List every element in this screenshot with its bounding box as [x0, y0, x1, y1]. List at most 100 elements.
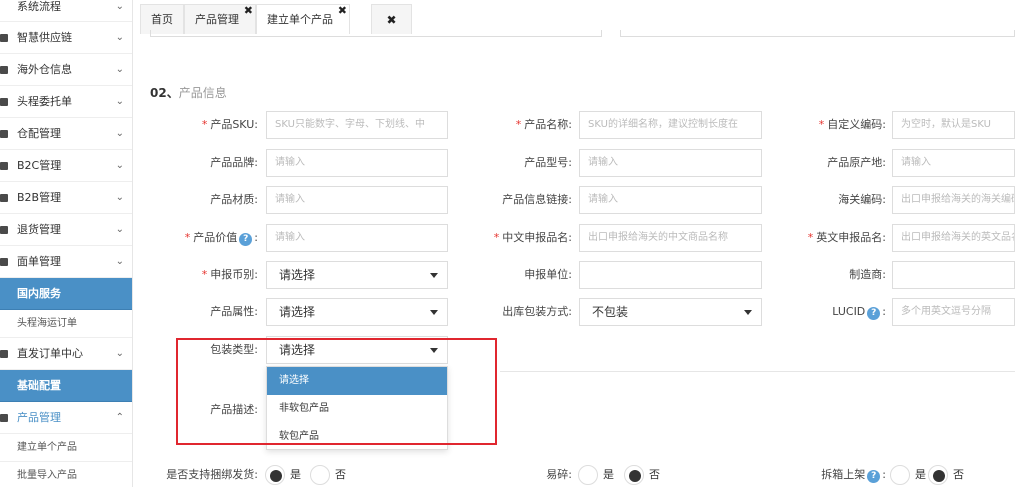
currency-select[interactable]: 请选择 — [266, 261, 448, 289]
divider — [500, 371, 1015, 372]
cart-icon — [0, 162, 8, 170]
outbound-packing-select[interactable]: 不包装 — [579, 298, 762, 326]
hs-code-input[interactable]: 出口申报给海关的海关编码 — [892, 186, 1015, 214]
help-icon: ? — [867, 470, 881, 483]
sidebar-sub-sea-orders[interactable]: 头程海运订单 — [0, 310, 132, 338]
value-label: * 产品价值?: — [184, 231, 258, 246]
sidebar-item-direct-orders[interactable]: 直发订单中心 ⌄ — [0, 338, 132, 370]
select-value: 请选择 — [279, 268, 316, 282]
fragile-no-label: 否 — [649, 468, 660, 481]
lucid-input[interactable]: 多个用英文逗号分隔 — [892, 298, 1015, 326]
info-link-input[interactable]: 请输入 — [579, 186, 762, 214]
manufacturer-input[interactable] — [892, 261, 1015, 289]
chevron-down-icon: ⌄ — [115, 192, 124, 203]
sidebar-item-overseas-warehouse[interactable]: 海外仓信息 ⌄ — [0, 54, 132, 86]
value-input[interactable]: 请输入 — [266, 224, 448, 252]
label-icon — [0, 258, 8, 266]
bundle-no-radio[interactable] — [310, 465, 330, 485]
fragile-label: 易碎: — [546, 468, 572, 481]
sidebar-item-first-leg[interactable]: 头程委托单 ⌄ — [0, 86, 132, 118]
sidebar: 系统流程 ⌄ 智慧供应链 ⌄ 海外仓信息 ⌄ 头程委托单 ⌄ 仓配管理 ⌄ B2C管理 ⌄ … — [0, 0, 133, 487]
fragile-yes-radio[interactable] — [578, 465, 598, 485]
manufacturer-label: 制造商: — [849, 268, 886, 281]
sidebar-item-warehouse-mgmt[interactable]: 仓配管理 ⌄ — [0, 118, 132, 150]
origin-label: 产品原产地: — [827, 156, 886, 169]
sku-label: * 产品SKU: — [201, 118, 258, 131]
brand-input[interactable]: 请输入 — [266, 149, 448, 177]
product-name-input[interactable]: SKU的详细名称，建议控制长度在 — [579, 111, 762, 139]
chevron-up-icon: ⌃ — [115, 412, 124, 423]
input-edge — [150, 30, 602, 37]
box-icon — [0, 130, 8, 138]
chain-icon — [0, 34, 8, 42]
unpack-yes-label: 是 — [915, 468, 926, 481]
caret-down-icon — [430, 273, 438, 278]
origin-input[interactable]: 请输入 — [892, 149, 1015, 177]
sku-input[interactable]: SKU只能数字、字母、下划线、中 — [266, 111, 448, 139]
bundle-yes-radio[interactable] — [265, 465, 285, 485]
sidebar-item-b2b[interactable]: B2B管理 ⌄ — [0, 182, 132, 214]
sidebar-sub-batch-import[interactable]: 批量导入产品 — [0, 462, 132, 487]
info-link-label: 产品信息链接: — [502, 193, 572, 206]
sidebar-section-domestic[interactable]: 国内服务 — [0, 278, 132, 310]
help-icon: ? — [239, 233, 253, 246]
bundle-shipping-label: 是否支持捆绑发货: — [166, 468, 258, 481]
brand-label: 产品品牌: — [210, 156, 258, 169]
material-label: 产品材质: — [210, 193, 258, 206]
unpack-no-radio[interactable] — [928, 465, 948, 485]
tab-label: 建立单个产品 — [267, 13, 333, 26]
attribute-select[interactable]: 请选择 — [266, 298, 448, 326]
unit-input[interactable] — [579, 261, 762, 289]
cn-declare-input[interactable]: 出口申报给海关的中文商品名称 — [579, 224, 762, 252]
select-value: 不包装 — [592, 305, 629, 319]
caret-down-icon — [430, 310, 438, 315]
currency-label: * 申报币别: — [201, 268, 258, 281]
sidebar-item-system-flow[interactable]: 系统流程 ⌄ — [0, 0, 132, 22]
sidebar-item-returns[interactable]: 退货管理 ⌄ — [0, 214, 132, 246]
close-icon[interactable]: ✖ — [244, 0, 253, 26]
tab-label: 首页 — [151, 13, 173, 26]
fragile-no-radio[interactable] — [624, 465, 644, 485]
sidebar-item-b2c[interactable]: B2C管理 ⌄ — [0, 150, 132, 182]
sidebar-item-label: 头程委托单 — [17, 95, 72, 108]
sidebar-section-base-config[interactable]: 基础配置 — [0, 370, 132, 402]
input-edge — [620, 30, 1015, 37]
chevron-down-icon: ⌄ — [115, 256, 124, 267]
return-icon — [0, 226, 8, 234]
product-name-label: * 产品名称: — [515, 118, 572, 131]
unpack-no-label: 否 — [953, 468, 964, 481]
caret-down-icon — [744, 310, 752, 315]
section-title: 02、产品信息 — [150, 84, 227, 101]
custom-code-input[interactable]: 为空时，默认是SKU — [892, 111, 1015, 139]
sidebar-item-label: 系统流程 — [17, 0, 61, 13]
attribute-label: 产品属性: — [210, 305, 258, 318]
sidebar-item-labels[interactable]: 面单管理 ⌄ — [0, 246, 132, 278]
material-input[interactable]: 请输入 — [266, 186, 448, 214]
chevron-down-icon: ⌄ — [115, 96, 124, 107]
chevron-down-icon: ⌄ — [115, 224, 124, 235]
close-icon[interactable]: ✖ — [338, 0, 347, 26]
cn-declare-label: * 中文申报品名: — [493, 231, 572, 244]
sidebar-sub-create-product[interactable]: 建立单个产品 — [0, 434, 132, 462]
hs-code-label: 海关编码: — [838, 193, 886, 206]
sidebar-item-supply-chain[interactable]: 智慧供应链 ⌄ — [0, 22, 132, 54]
sidebar-item-product-mgmt[interactable]: 产品管理 ⌃ — [0, 402, 132, 434]
select-value: 请选择 — [279, 305, 316, 319]
model-input[interactable]: 请输入 — [579, 149, 762, 177]
chevron-down-icon: ⌄ — [115, 160, 124, 171]
unpack-yes-radio[interactable] — [890, 465, 910, 485]
lucid-label: LUCID?: — [832, 305, 886, 320]
unit-label: 申报单位: — [524, 268, 572, 281]
sidebar-item-label: 海外仓信息 — [17, 63, 72, 76]
chevron-down-icon: ⌄ — [115, 128, 124, 139]
arrow-icon — [0, 350, 8, 358]
building-icon — [0, 194, 8, 202]
sidebar-item-label: 产品管理 — [17, 411, 61, 424]
section-title-text: 产品信息 — [178, 86, 227, 100]
chevron-down-icon: ⌄ — [115, 64, 124, 75]
en-declare-input[interactable]: 出口申报给海关的英文品名 — [892, 224, 1015, 252]
bundle-yes-label: 是 — [290, 468, 301, 481]
bundle-no-label: 否 — [335, 468, 346, 481]
warehouse-icon — [0, 66, 8, 74]
custom-code-label: * 自定义编码: — [818, 118, 886, 131]
